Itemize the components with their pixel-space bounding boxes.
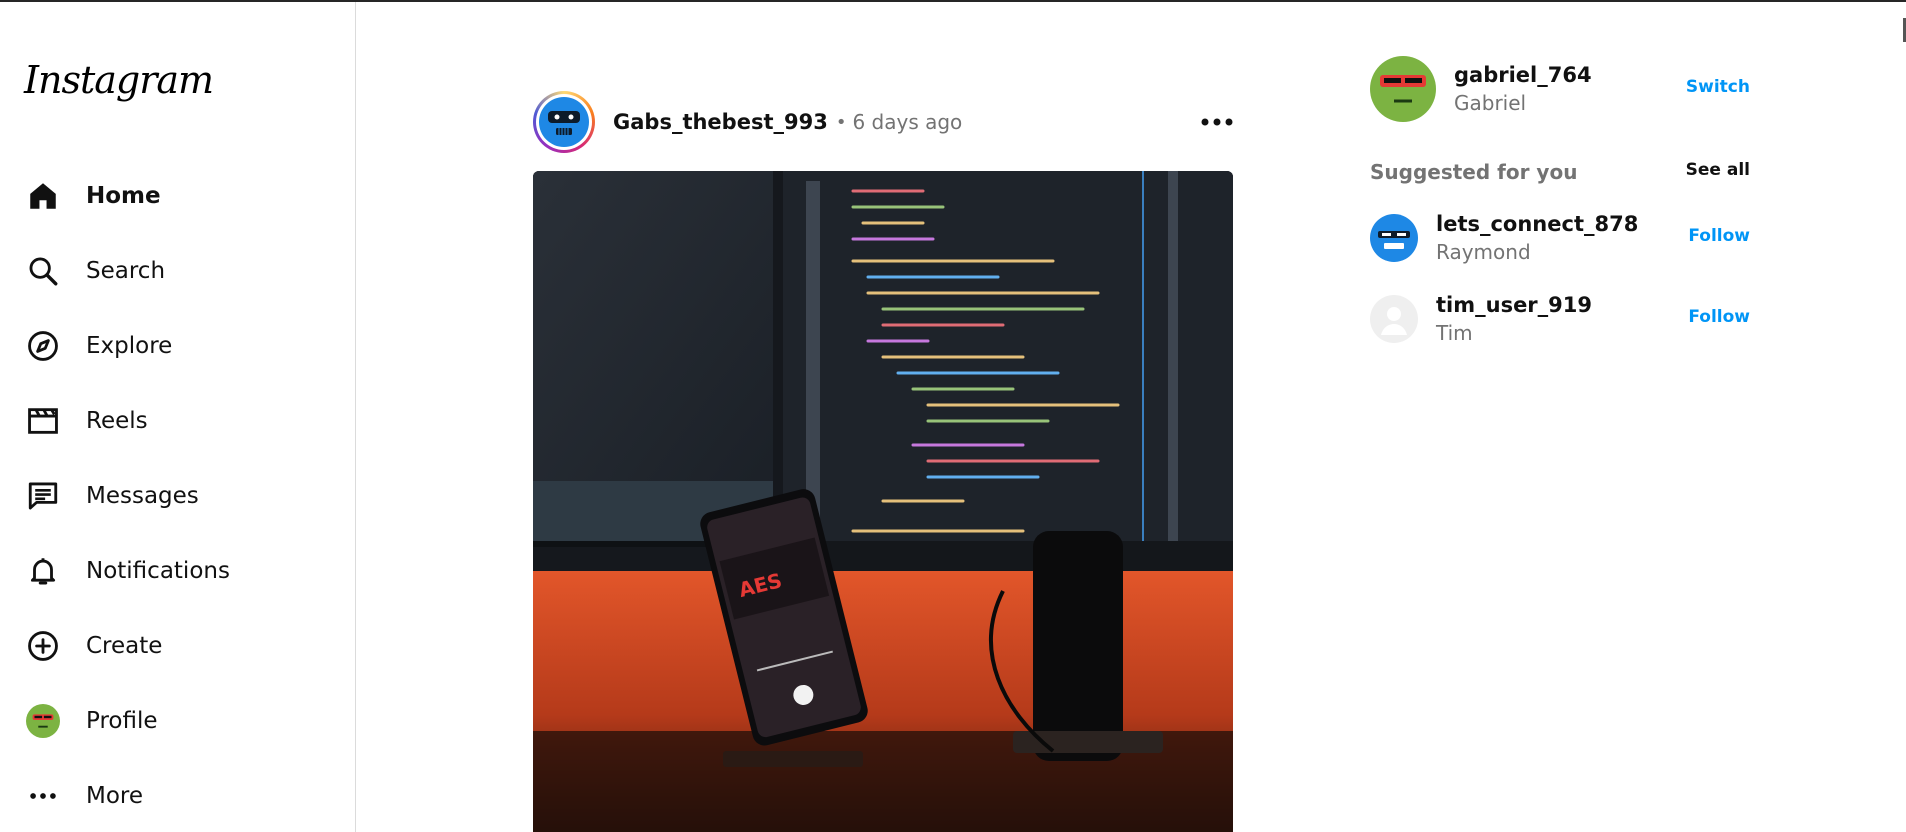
messages-icon [14,466,72,526]
more-options-icon [1201,118,1233,126]
sidebar-item-search[interactable]: Search [14,241,334,301]
profile-avatar [14,691,72,751]
suggestions-header: Suggested for you See all [1370,158,1750,186]
search-icon [14,241,72,301]
sidebar-item-notifications[interactable]: Notifications [14,541,334,601]
post-separator: • [835,111,847,133]
compass-icon [14,316,72,376]
sidebar-item-profile[interactable]: Profile [14,691,334,751]
account-avatar[interactable] [1370,56,1436,122]
bell-icon [14,541,72,601]
sidebar-item-label: Notifications [86,558,230,584]
sidebar-item-label: Explore [86,333,173,359]
follow-button[interactable]: Follow [1688,307,1750,327]
post-more-button[interactable] [1197,104,1237,140]
sidebar-item-more[interactable]: More [14,766,334,826]
sidebar-item-label: Create [86,633,163,659]
sidebar-item-home[interactable]: Home [14,166,334,226]
home-icon [14,166,72,226]
sidebar-item-label: Home [86,183,161,209]
more-icon [14,766,72,826]
sidebar-item-reels[interactable]: Reels [14,391,334,451]
suggested-username[interactable]: tim_user_919 [1436,293,1592,317]
see-all-button[interactable]: See all [1686,160,1750,180]
story-ring[interactable] [533,91,595,153]
post-header: Gabs_thebest_993 • 6 days ago [533,90,1237,154]
desk-setup-photo: AES [533,171,1233,832]
follow-button[interactable]: Follow [1688,226,1750,246]
suggested-name: Tim [1436,321,1473,345]
robot-avatar-icon[interactable] [1370,214,1418,262]
account-username[interactable]: gabriel_764 [1454,63,1592,87]
suggested-user: tim_user_919 Tim Follow [1370,291,1750,347]
suggestions-title: Suggested for you [1370,160,1578,184]
sidebar-item-label: Profile [86,708,158,734]
plus-circle-icon [14,616,72,676]
suggested-username[interactable]: lets_connect_878 [1436,212,1638,236]
robot-avatar-icon [539,97,589,147]
sidebar-item-label: More [86,783,144,809]
post-image[interactable]: AES [533,171,1233,832]
sidebar: Instagram Home Search Explore Reels Mess… [0,2,356,832]
sidebar-item-messages[interactable]: Messages [14,466,334,526]
post-username[interactable]: Gabs_thebest_993 [613,110,828,134]
suggested-user: lets_connect_878 Raymond Follow [1370,210,1750,266]
instagram-logo[interactable]: Instagram [24,58,214,102]
sidebar-item-label: Reels [86,408,148,434]
account-name: Gabriel [1454,91,1527,115]
switch-account-button[interactable]: Switch [1686,77,1750,97]
suggested-name: Raymond [1436,240,1531,264]
sidebar-item-create[interactable]: Create [14,616,334,676]
default-avatar-icon[interactable] [1370,295,1418,343]
post-timestamp: 6 days ago [852,110,963,134]
reels-icon [14,391,72,451]
sidebar-item-label: Search [86,258,166,284]
sidebar-item-explore[interactable]: Explore [14,316,334,376]
sidebar-item-label: Messages [86,483,199,509]
current-account: gabriel_764 Gabriel Switch [1370,55,1750,123]
